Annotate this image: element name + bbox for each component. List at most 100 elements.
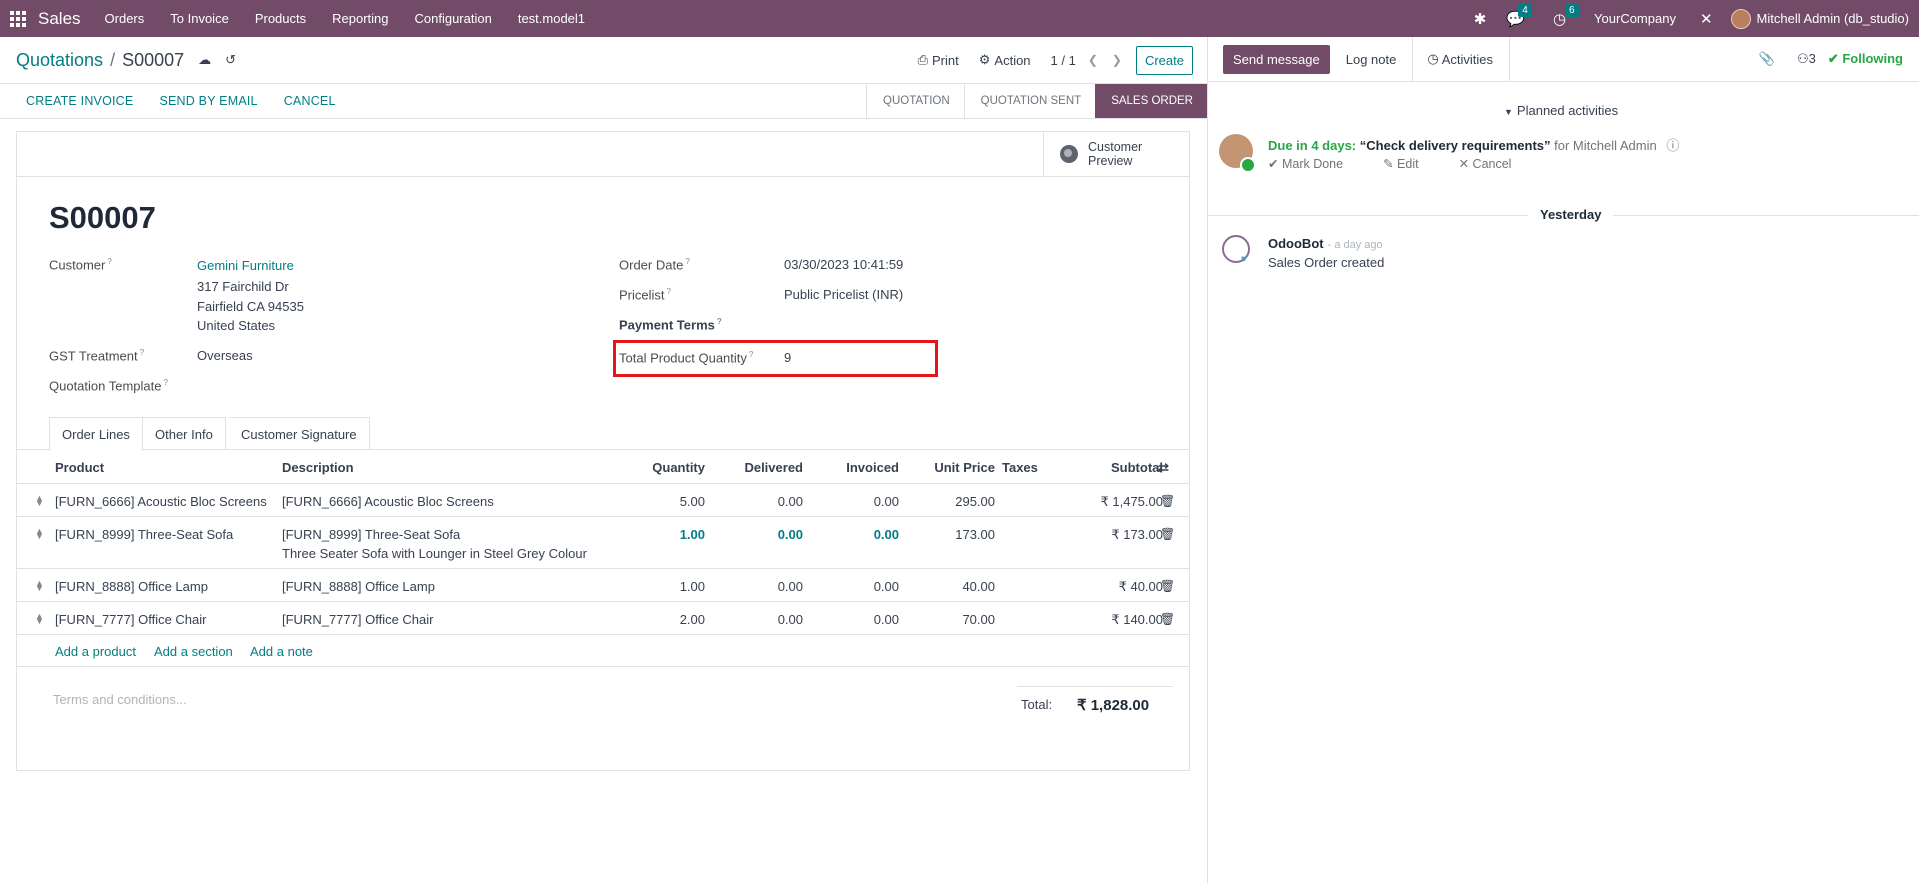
col-unit-price[interactable]: Unit Price bbox=[899, 460, 995, 475]
row-delivered[interactable]: 0.00 bbox=[707, 612, 803, 627]
activity-clock-icon[interactable]: ◷ 6 bbox=[1553, 3, 1579, 28]
order-date-field[interactable]: 03/30/2023 10:41:59 bbox=[784, 257, 903, 272]
row-invoiced[interactable]: 0.00 bbox=[803, 612, 899, 627]
row-description-line2[interactable]: Three Seater Sofa with Lounger in Steel … bbox=[282, 546, 587, 561]
row-product[interactable]: [FURN_7777] Office Chair bbox=[55, 612, 207, 627]
info-icon[interactable]: ⓘ bbox=[1666, 138, 1679, 153]
edit-activity-button[interactable]: ✎ Edit bbox=[1383, 156, 1439, 171]
row-invoiced[interactable]: 0.00 bbox=[803, 527, 899, 542]
col-subtotal[interactable]: Subtotal bbox=[1047, 460, 1163, 475]
table-row[interactable]: ▲ ▼ [FURN_7777] Office Chair [FURN_7777] … bbox=[17, 602, 1189, 635]
user-menu[interactable]: Mitchell Admin (db_studio) bbox=[1730, 8, 1909, 29]
menu-to-invoice[interactable]: To Invoice bbox=[170, 11, 229, 26]
row-delivered[interactable]: 0.00 bbox=[707, 494, 803, 509]
print-button[interactable]: ⎙ Print bbox=[918, 52, 959, 68]
menu-reporting[interactable]: Reporting bbox=[332, 11, 388, 26]
stage-sales-order[interactable]: SALES ORDER bbox=[1095, 84, 1207, 118]
col-description[interactable]: Description bbox=[282, 460, 354, 475]
send-message-button[interactable]: Send message bbox=[1223, 44, 1330, 74]
row-quantity[interactable]: 5.00 bbox=[617, 494, 705, 509]
tab-order-lines[interactable]: Order Lines bbox=[49, 417, 143, 451]
company-switcher[interactable]: YourCompany bbox=[1594, 11, 1676, 26]
row-description[interactable]: [FURN_8999] Three-Seat Sofa bbox=[282, 527, 460, 542]
save-cloud-icon[interactable]: ☁ bbox=[198, 52, 211, 68]
add-product-link[interactable]: Add a product bbox=[55, 644, 136, 659]
row-quantity[interactable]: 2.00 bbox=[617, 612, 705, 627]
create-invoice-button[interactable]: CREATE INVOICE bbox=[26, 94, 133, 108]
customer-preview-button[interactable]: Customer Preview bbox=[1043, 132, 1189, 176]
table-row[interactable]: ▲ ▼ [FURN_8888] Office Lamp [FURN_8888] O… bbox=[17, 569, 1189, 602]
row-invoiced[interactable]: 0.00 bbox=[803, 579, 899, 594]
table-row[interactable]: ▲ ▼ [FURN_8999] Three-Seat Sofa [FURN_899… bbox=[17, 517, 1189, 569]
terms-input[interactable]: Terms and conditions... bbox=[53, 692, 187, 707]
row-description[interactable]: [FURN_7777] Office Chair bbox=[282, 612, 434, 627]
row-delivered[interactable]: 0.00 bbox=[707, 579, 803, 594]
add-section-link[interactable]: Add a section bbox=[154, 644, 233, 659]
row-delivered[interactable]: 0.00 bbox=[707, 527, 803, 542]
drag-handle-icon[interactable]: ▲ ▼ bbox=[35, 579, 44, 593]
mark-done-button[interactable]: ✔ Mark Done bbox=[1268, 156, 1363, 171]
breadcrumb-quotations[interactable]: Quotations bbox=[16, 50, 103, 71]
followers-button[interactable]: ⚇3 bbox=[1797, 51, 1816, 67]
col-invoiced[interactable]: Invoiced bbox=[803, 460, 899, 475]
discard-undo-icon[interactable]: ↺ bbox=[225, 52, 236, 68]
menu-configuration[interactable]: Configuration bbox=[415, 11, 492, 26]
tab-customer-signature[interactable]: Customer Signature bbox=[229, 417, 370, 450]
row-quantity[interactable]: 1.00 bbox=[617, 579, 705, 594]
pager-next-icon[interactable]: ❯ bbox=[1112, 53, 1122, 67]
cancel-activity-button[interactable]: ✕ Cancel bbox=[1459, 156, 1532, 171]
following-button[interactable]: ✔ Following bbox=[1828, 51, 1903, 67]
customer-field[interactable]: Gemini Furniture bbox=[197, 258, 294, 273]
activities-button[interactable]: ◷ Activities bbox=[1427, 36, 1510, 82]
drag-handle-icon[interactable]: ▲ ▼ bbox=[35, 612, 44, 626]
apps-menu-icon[interactable] bbox=[0, 0, 36, 37]
create-button[interactable]: Create bbox=[1135, 45, 1193, 75]
row-unit-price[interactable]: 40.00 bbox=[899, 579, 995, 594]
row-product[interactable]: [FURN_8999] Three-Seat Sofa bbox=[55, 527, 233, 542]
user-name: Mitchell Admin (db_studio) bbox=[1756, 11, 1909, 26]
row-unit-price[interactable]: 70.00 bbox=[899, 612, 995, 627]
menu-test-model1[interactable]: test.model1 bbox=[518, 11, 585, 26]
row-quantity[interactable]: 1.00 bbox=[617, 527, 705, 542]
optional-columns-icon[interactable]: ⇄ bbox=[1158, 460, 1169, 476]
pager-value[interactable]: 1 / 1 bbox=[1051, 53, 1076, 68]
table-row[interactable]: ▲ ▼ [FURN_6666] Acoustic Bloc Screens [FU… bbox=[17, 484, 1189, 517]
menu-orders[interactable]: Orders bbox=[105, 11, 145, 26]
col-product[interactable]: Product bbox=[55, 460, 104, 475]
pricelist-field[interactable]: Public Pricelist (INR) bbox=[784, 287, 903, 302]
action-button[interactable]: ⚙ Action bbox=[979, 52, 1031, 68]
row-unit-price[interactable]: 173.00 bbox=[899, 527, 995, 542]
row-product[interactable]: [FURN_6666] Acoustic Bloc Screens bbox=[55, 494, 267, 509]
row-invoiced[interactable]: 0.00 bbox=[803, 494, 899, 509]
stage-quotation-sent[interactable]: QUOTATION SENT bbox=[963, 84, 1096, 118]
trash-icon[interactable]: 🗑 bbox=[1160, 612, 1175, 626]
drag-handle-icon[interactable]: ▲ ▼ bbox=[35, 527, 44, 541]
log-note-button[interactable]: Log note bbox=[1346, 36, 1414, 82]
trash-icon[interactable]: 🗑 bbox=[1160, 527, 1175, 541]
gst-treatment-field[interactable]: Overseas bbox=[197, 348, 253, 363]
row-unit-price[interactable]: 295.00 bbox=[899, 494, 995, 509]
drag-handle-icon[interactable]: ▲ ▼ bbox=[35, 494, 44, 508]
studio-wrench-icon[interactable]: ✕ bbox=[1700, 10, 1713, 28]
trash-icon[interactable]: 🗑 bbox=[1160, 494, 1175, 508]
cancel-order-button[interactable]: CANCEL bbox=[284, 94, 336, 108]
paperclip-icon[interactable]: 📎 bbox=[1759, 51, 1775, 67]
col-delivered[interactable]: Delivered bbox=[707, 460, 803, 475]
add-note-link[interactable]: Add a note bbox=[250, 644, 313, 659]
messaging-icon[interactable]: 💬 4 bbox=[1506, 3, 1532, 28]
col-taxes[interactable]: Taxes bbox=[1002, 460, 1038, 475]
planned-activities-toggle[interactable]: ▼ Planned activities bbox=[1504, 103, 1618, 118]
app-brand[interactable]: Sales bbox=[38, 9, 81, 29]
tab-other-info[interactable]: Other Info bbox=[143, 417, 226, 450]
stage-quotation[interactable]: QUOTATION bbox=[866, 84, 964, 118]
trash-icon[interactable]: 🗑 bbox=[1160, 579, 1175, 593]
col-quantity[interactable]: Quantity bbox=[617, 460, 705, 475]
row-product[interactable]: [FURN_8888] Office Lamp bbox=[55, 579, 208, 594]
debug-bug-icon[interactable]: ✱ bbox=[1474, 10, 1487, 28]
row-description[interactable]: [FURN_6666] Acoustic Bloc Screens bbox=[282, 494, 494, 509]
breadcrumb-current: S00007 bbox=[122, 49, 185, 70]
send-by-email-button[interactable]: SEND BY EMAIL bbox=[159, 94, 257, 108]
menu-products[interactable]: Products bbox=[255, 11, 306, 26]
pager-prev-icon[interactable]: ❮ bbox=[1088, 53, 1098, 67]
row-description[interactable]: [FURN_8888] Office Lamp bbox=[282, 579, 435, 594]
